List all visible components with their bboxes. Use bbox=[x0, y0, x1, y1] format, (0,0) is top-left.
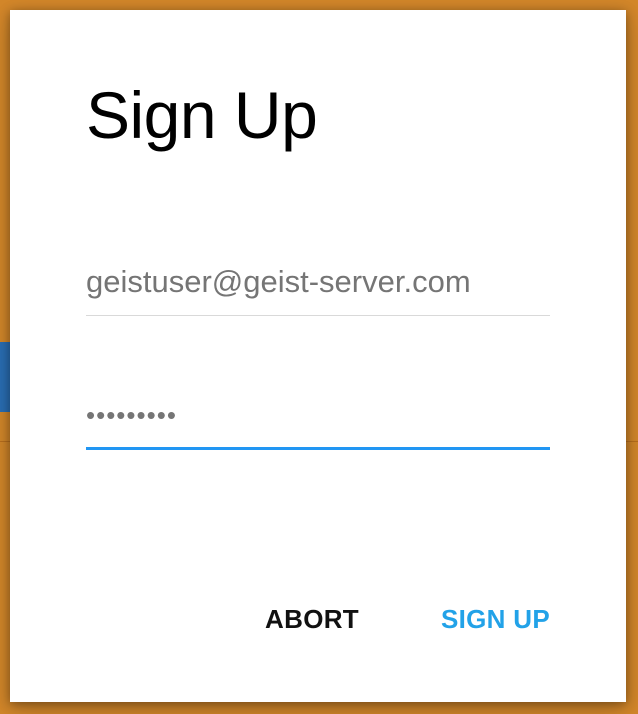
abort-button[interactable]: ABORT bbox=[265, 604, 359, 635]
dialog-title: Sign Up bbox=[86, 78, 318, 152]
password-field-container bbox=[86, 400, 550, 450]
email-field-underline bbox=[86, 315, 550, 316]
sign-up-button[interactable]: SIGN UP bbox=[441, 604, 550, 635]
email-field-container bbox=[86, 264, 550, 316]
email-field[interactable] bbox=[86, 264, 550, 300]
dialog-actions: ABORT SIGN UP bbox=[265, 604, 550, 635]
sign-up-dialog: Sign Up ABORT SIGN UP bbox=[10, 10, 626, 702]
password-field[interactable] bbox=[86, 400, 550, 431]
password-field-underline bbox=[86, 447, 550, 450]
